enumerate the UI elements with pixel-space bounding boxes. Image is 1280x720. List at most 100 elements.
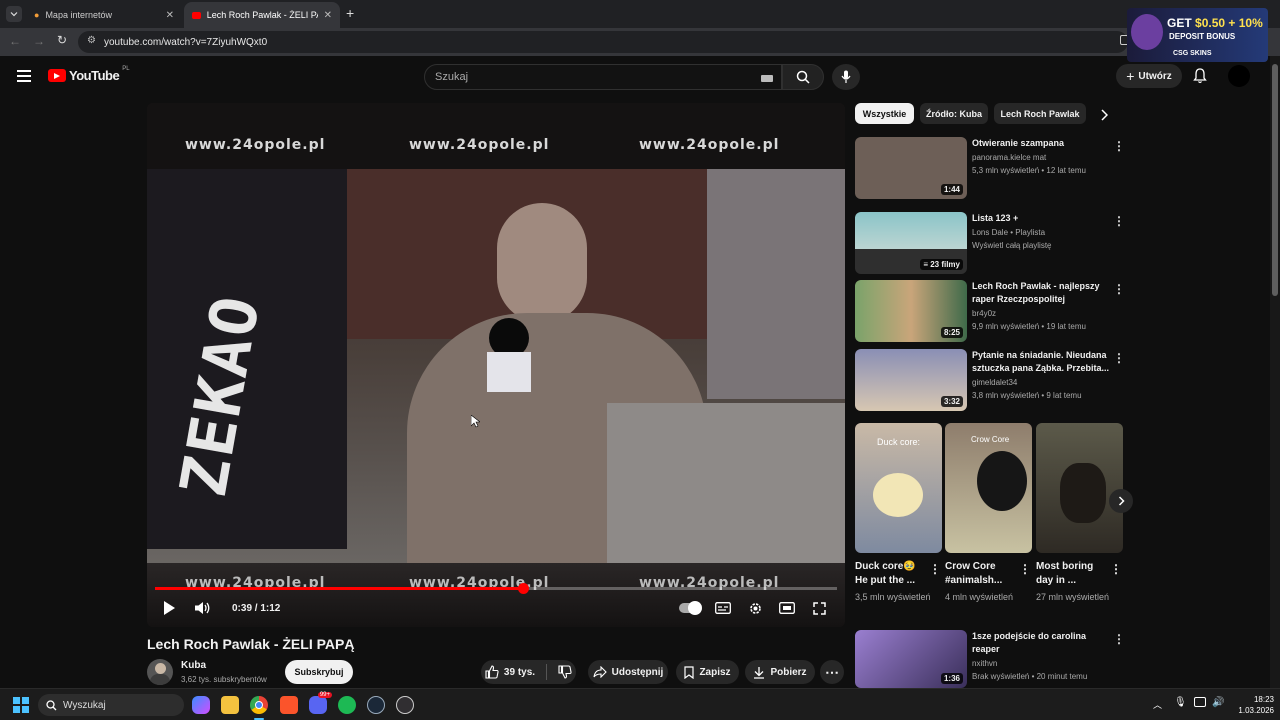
progress-fill bbox=[155, 587, 524, 590]
ad-banner[interactable]: GET $0.50 + 10% DEPOSIT BONUS CSG SKINS bbox=[1127, 8, 1268, 62]
download-button[interactable]: Pobierz bbox=[745, 660, 815, 684]
recommendation-channel[interactable]: br4y0z bbox=[972, 308, 996, 320]
page-scrollbar[interactable] bbox=[1270, 56, 1280, 688]
short-thumbnail[interactable] bbox=[1036, 423, 1123, 553]
more-vertical-icon[interactable]: ⋮ bbox=[1113, 139, 1125, 153]
more-vertical-icon[interactable]: ⋮ bbox=[1019, 562, 1031, 576]
volume-button[interactable] bbox=[193, 597, 213, 619]
chip-next-arrow[interactable] bbox=[1100, 108, 1109, 126]
progress-bar[interactable] bbox=[155, 583, 837, 594]
obs-icon[interactable] bbox=[396, 696, 414, 714]
recommendation-channel[interactable]: nxithvn bbox=[972, 658, 997, 670]
recommendation-title[interactable]: 1sze podejście do carolina reaper bbox=[972, 630, 1112, 656]
youtube-logo[interactable]: YouTube PL bbox=[48, 66, 130, 83]
notifications-bell-icon[interactable] bbox=[1193, 68, 1207, 89]
recommendation-item[interactable]: 1:44 Otwieranie szampana panorama.kielce… bbox=[855, 137, 1135, 199]
playlist-thumbnail[interactable]: ≡ 23 filmy bbox=[855, 212, 967, 274]
recommendation-channel[interactable]: Lons Dale • Playlista bbox=[972, 227, 1045, 239]
brave-icon[interactable] bbox=[280, 696, 298, 714]
spotify-icon[interactable] bbox=[338, 696, 356, 714]
recommendation-channel[interactable]: gimeldalet34 bbox=[972, 377, 1017, 389]
recommendation-title[interactable]: Lista 123 + bbox=[972, 212, 1112, 225]
more-vertical-icon[interactable]: ⋮ bbox=[929, 562, 941, 576]
save-button[interactable]: Zapisz bbox=[676, 660, 739, 684]
recommendation-title[interactable]: Otwieranie szampana bbox=[972, 137, 1112, 150]
account-avatar[interactable] bbox=[1228, 65, 1250, 87]
more-vertical-icon[interactable]: ⋮ bbox=[1113, 282, 1125, 296]
video-player[interactable]: www.24opole.pl www.24opole.pl www.24opol… bbox=[147, 103, 845, 627]
shorts-next-button[interactable] bbox=[1109, 489, 1133, 513]
scrollbar-thumb[interactable] bbox=[1272, 64, 1278, 296]
tab-mapa[interactable]: ● Mapa internetów ✕ bbox=[26, 2, 182, 28]
search-input[interactable]: Szukaj bbox=[424, 64, 782, 90]
discord-icon[interactable]: 99+ bbox=[309, 692, 332, 714]
autoplay-toggle[interactable] bbox=[679, 597, 702, 619]
short-thumbnail[interactable]: Duck core: bbox=[855, 423, 942, 553]
tray-overflow-icon[interactable]: ︿ bbox=[1153, 698, 1162, 711]
chip-related[interactable]: Lech Roch Pawlak bbox=[994, 103, 1086, 124]
like-button[interactable]: 39 tys. bbox=[485, 665, 535, 679]
address-bar[interactable]: ⚙ youtube.com/watch?v=7ZiyuhWQxt0 bbox=[78, 31, 1128, 53]
share-button[interactable]: Udostępnij bbox=[588, 660, 668, 684]
chrome-icon[interactable] bbox=[250, 696, 268, 714]
recommendation-thumbnail[interactable]: 3:32 bbox=[855, 349, 967, 411]
new-tab-button[interactable]: + bbox=[346, 6, 354, 20]
fullscreen-button[interactable] bbox=[809, 597, 829, 619]
recommendation-title[interactable]: Pytanie na śniadanie. Nieudana sztuczka … bbox=[972, 349, 1112, 375]
more-vertical-icon[interactable]: ⋮ bbox=[1110, 562, 1122, 576]
menu-icon[interactable] bbox=[17, 70, 31, 82]
create-button[interactable]: + Utwórz bbox=[1116, 64, 1182, 88]
close-icon[interactable]: ✕ bbox=[166, 10, 174, 21]
search-button[interactable] bbox=[782, 64, 824, 90]
copilot-icon[interactable] bbox=[192, 696, 210, 714]
reload-icon[interactable]: ↻ bbox=[57, 33, 67, 47]
file-explorer-icon[interactable] bbox=[221, 696, 239, 714]
recommendation-thumbnail[interactable]: 1:44 bbox=[855, 137, 967, 199]
graffiti-wall: ZEKAO bbox=[147, 169, 347, 549]
taskbar-clock[interactable]: 18:23 1.03.2026 bbox=[1222, 694, 1274, 716]
recommendation-item[interactable]: ≡ 23 filmy Lista 123 + Lons Dale • Playl… bbox=[855, 212, 1135, 274]
settings-button[interactable] bbox=[745, 597, 765, 619]
recommendation-title[interactable]: Lech Roch Pawlak - najlepszy raper Rzecz… bbox=[972, 280, 1112, 306]
back-icon[interactable]: ← bbox=[9, 34, 21, 48]
channel-name[interactable]: Kuba bbox=[181, 660, 206, 671]
recommendation-channel[interactable]: panorama.kielce mat bbox=[972, 152, 1046, 164]
close-icon[interactable]: ✕ bbox=[324, 10, 332, 21]
more-vertical-icon[interactable]: ⋮ bbox=[1113, 632, 1125, 646]
short-title[interactable]: Crow Core #animalsh... bbox=[945, 560, 1017, 588]
recommendation-item[interactable]: 3:32 Pytanie na śniadanie. Nieudana sztu… bbox=[855, 349, 1135, 411]
recommendation-thumbnail[interactable]: 1:36 bbox=[855, 630, 967, 688]
taskbar-search[interactable]: Wyszukaj bbox=[38, 694, 184, 716]
subtitles-button[interactable] bbox=[713, 597, 733, 619]
more-actions-button[interactable]: ⋯ bbox=[820, 660, 844, 684]
microphone-tray-icon[interactable]: 🎙 bbox=[1174, 697, 1187, 708]
theater-mode-button[interactable] bbox=[777, 597, 797, 619]
site-info-icon[interactable]: ⚙ bbox=[87, 35, 96, 46]
play-button[interactable] bbox=[159, 597, 179, 619]
more-vertical-icon[interactable]: ⋮ bbox=[1113, 214, 1125, 228]
forward-icon[interactable]: → bbox=[33, 34, 45, 48]
chip-all[interactable]: Wszystkie bbox=[855, 103, 914, 124]
short-thumbnail[interactable]: Crow Core bbox=[945, 423, 1032, 553]
chip-source[interactable]: Źródło: Kuba bbox=[920, 103, 988, 124]
recommendation-thumbnail[interactable]: 8:25 bbox=[855, 280, 967, 342]
short-title[interactable]: Duck core🥹 He put the ... bbox=[855, 560, 927, 588]
recommendation-item[interactable]: 1:36 1sze podejście do carolina reaper n… bbox=[855, 630, 1135, 692]
ad-get: GET bbox=[1167, 16, 1192, 30]
more-vertical-icon[interactable]: ⋮ bbox=[1113, 351, 1125, 365]
logo-text: YouTube bbox=[69, 68, 120, 83]
voice-search-button[interactable] bbox=[832, 64, 860, 90]
short-title[interactable]: Most boring day in ... bbox=[1036, 560, 1108, 588]
subscribe-button[interactable]: Subskrybuj bbox=[285, 660, 353, 684]
recommendation-item[interactable]: 8:25 Lech Roch Pawlak - najlepszy raper … bbox=[855, 280, 1135, 342]
keyboard-icon[interactable] bbox=[761, 75, 773, 82]
start-button[interactable] bbox=[13, 697, 29, 713]
channel-avatar[interactable] bbox=[147, 659, 173, 685]
steam-icon[interactable] bbox=[367, 696, 385, 714]
tab-search-button[interactable] bbox=[6, 6, 22, 22]
video-frame[interactable]: www.24opole.pl www.24opole.pl www.24opol… bbox=[147, 103, 845, 573]
tab-youtube[interactable]: Lech Roch Pawlak - ŻELI PAPĄ ✕ bbox=[184, 2, 340, 28]
thumbs-down-icon[interactable] bbox=[558, 665, 572, 679]
view-full-playlist-link[interactable]: Wyświetl całą playlistę bbox=[972, 240, 1052, 252]
network-icon[interactable] bbox=[1194, 697, 1206, 707]
